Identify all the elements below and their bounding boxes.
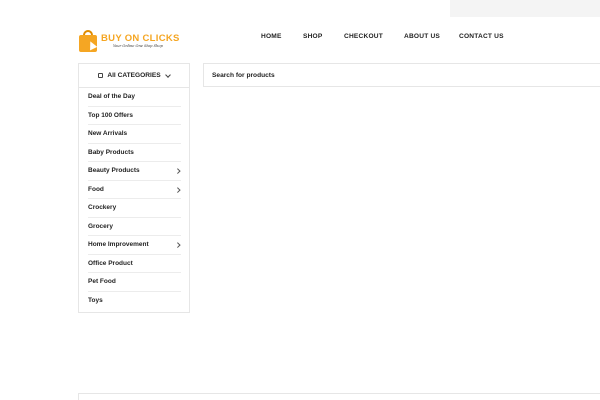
category-item-label: Crockery: [88, 204, 117, 212]
category-item[interactable]: Home Improvement: [88, 236, 181, 255]
category-item-label: Toys: [88, 297, 103, 305]
category-item-label: Beauty Products: [88, 167, 140, 175]
category-item-label: Deal of the Day: [88, 93, 135, 101]
chevron-right-icon: [174, 168, 180, 174]
category-item[interactable]: Top 100 Offers: [88, 107, 181, 125]
chevron-right-icon: [174, 242, 180, 248]
category-item-label: Home Improvement: [88, 241, 149, 249]
category-item-label: Baby Products: [88, 148, 134, 156]
category-item-label: Office Product: [88, 259, 133, 267]
all-categories-toggle[interactable]: All CATEGORIES: [79, 64, 189, 88]
brand-tagline: Your Online One Stop Shop: [113, 44, 163, 48]
category-item[interactable]: Grocery: [88, 218, 181, 236]
category-item-label: Top 100 Offers: [88, 111, 134, 119]
content-divider: [78, 393, 600, 400]
chevron-right-icon: [174, 186, 180, 192]
category-item[interactable]: Baby Products: [88, 144, 181, 162]
search-input[interactable]: [212, 71, 600, 79]
top-utility-bar: [450, 0, 600, 17]
category-item[interactable]: Office Product: [88, 255, 181, 273]
category-item[interactable]: Pet Food: [88, 273, 181, 292]
category-item[interactable]: New Arrivals: [88, 125, 181, 144]
category-item-label: Food: [88, 185, 104, 193]
chevron-down-icon: [164, 71, 171, 78]
category-item[interactable]: Deal of the Day: [88, 88, 181, 107]
menu-icon: [98, 73, 104, 78]
nav-shop[interactable]: SHOP: [303, 33, 323, 40]
category-item-label: Grocery: [88, 222, 113, 230]
category-item[interactable]: Beauty Products: [88, 162, 181, 181]
all-categories-label: All CATEGORIES: [107, 72, 161, 79]
category-item[interactable]: Food: [88, 181, 181, 199]
category-item[interactable]: Crockery: [88, 199, 181, 218]
nav-about-us[interactable]: ABOUT US: [404, 33, 440, 40]
category-item[interactable]: Toys: [88, 292, 181, 311]
nav-home[interactable]: HOME: [261, 33, 282, 40]
category-item-label: New Arrivals: [88, 130, 128, 138]
nav-contact-us[interactable]: CONTACT US: [459, 33, 504, 40]
main-nav: HOME SHOP CHECKOUT ABOUT US CONTACT US: [0, 33, 600, 43]
nav-checkout[interactable]: CHECKOUT: [344, 33, 383, 40]
category-list: Deal of the Day Top 100 Offers New Arrival…: [79, 88, 189, 310]
category-sidebar: All CATEGORIES Deal of the Day Top 100 Of…: [78, 63, 190, 313]
category-item-label: Pet Food: [88, 278, 116, 286]
search-bar: [203, 63, 600, 87]
